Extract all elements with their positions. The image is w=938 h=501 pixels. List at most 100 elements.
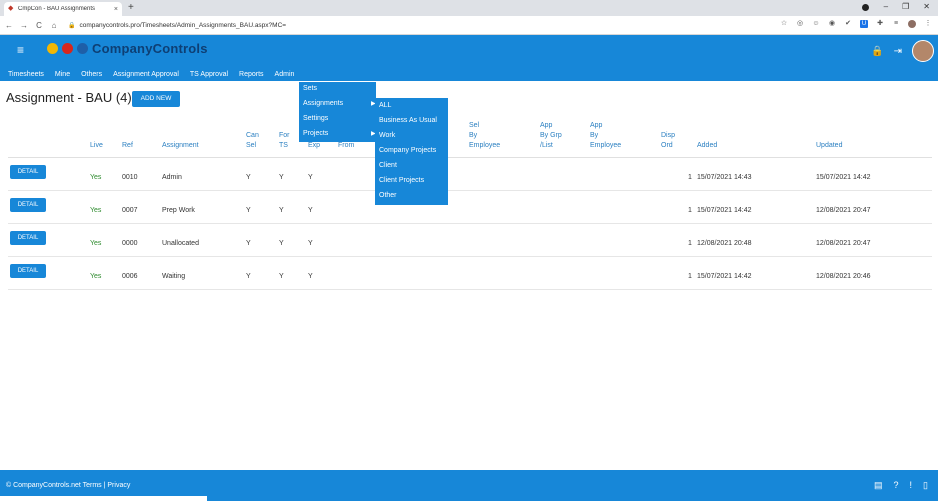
header-line: By: [469, 132, 478, 139]
lock-icon[interactable]: 🔒: [871, 46, 883, 57]
cell-assignment: Prep Work: [162, 207, 195, 214]
header-line: Sel: [246, 142, 257, 149]
header-live[interactable]: Live: [90, 141, 103, 151]
extension-icon[interactable]: ◎: [796, 20, 804, 28]
header-line: By: [590, 132, 599, 139]
footer-text[interactable]: © CompanyControls.net Terms | Privacy: [6, 482, 130, 489]
new-tab-button[interactable]: +: [128, 3, 134, 13]
header-added[interactable]: Added: [697, 141, 717, 151]
reload-button[interactable]: C: [33, 21, 45, 30]
header-line: Sel: [469, 122, 480, 129]
header-app-by-employee[interactable]: App By Employee: [590, 121, 621, 151]
menu-item-sets[interactable]: Sets: [303, 85, 317, 92]
help-icon[interactable]: ?: [894, 480, 899, 491]
header-actions: 🔒 ⇥: [871, 40, 934, 62]
header-line: Can: [246, 132, 259, 139]
browser-tab[interactable]: ◆ CmpCon - BAU Assignments ×: [4, 2, 122, 16]
detail-button[interactable]: DETAIL: [10, 264, 46, 278]
brand-logo[interactable]: CompanyControls: [47, 41, 208, 56]
submenu-item-client-projects[interactable]: Client Projects: [379, 177, 424, 184]
avatar[interactable]: [908, 20, 916, 28]
kebab-icon[interactable]: ⋮: [924, 20, 932, 28]
lock-icon[interactable]: 🔒: [68, 22, 75, 29]
favicon-icon: ◆: [8, 5, 14, 12]
home-button[interactable]: ⌂: [48, 21, 60, 30]
cell-updated: 15/07/2021 14:42: [816, 174, 871, 181]
cell-exp: Y: [308, 174, 313, 181]
menu-item-others[interactable]: Others: [77, 69, 106, 81]
cell-disp-ord: 1: [688, 240, 692, 247]
url-field[interactable]: companycontrols.pro/Timesheets/Admin_Ass…: [79, 22, 286, 29]
tab-close-icon[interactable]: ×: [114, 6, 118, 13]
table-row: DETAIL Yes 0006 Waiting Y Y Y 1 15/07/20…: [8, 257, 932, 290]
submenu-item-client[interactable]: Client: [379, 162, 397, 169]
tab-title: CmpCon - BAU Assignments: [18, 6, 96, 12]
star-icon[interactable]: ☆: [780, 20, 788, 28]
chat-icon[interactable]: ▤: [874, 480, 883, 491]
cell-ref: 0007: [122, 207, 138, 214]
add-new-button[interactable]: ADD NEW: [132, 91, 180, 107]
forward-button[interactable]: →: [18, 21, 30, 30]
maximize-button[interactable]: ❐: [902, 2, 909, 11]
logout-icon[interactable]: ⇥: [894, 46, 902, 57]
cell-ref: 0006: [122, 273, 138, 280]
submenu-item-work[interactable]: Work: [379, 132, 395, 139]
header-for-ts[interactable]: For TS: [279, 131, 290, 151]
mobile-icon[interactable]: ▯: [923, 480, 928, 491]
minimize-button[interactable]: –: [884, 2, 888, 11]
header-exp[interactable]: Exp: [308, 141, 320, 151]
avatar[interactable]: [912, 40, 934, 62]
cell-updated: 12/08/2021 20:47: [816, 207, 871, 214]
header-disp-ord[interactable]: Disp Ord: [661, 131, 675, 151]
page-title: Assignment - BAU (4) -: [6, 90, 140, 105]
submenu-item-other[interactable]: Other: [379, 192, 397, 199]
record-icon[interactable]: [861, 4, 869, 11]
header-sel-by-employee[interactable]: Sel By Employee: [469, 121, 500, 151]
extension-icon[interactable]: U: [860, 20, 868, 28]
extension-icon[interactable]: ☺: [812, 20, 820, 28]
header-line: TS: [279, 142, 288, 149]
detail-button[interactable]: DETAIL: [10, 231, 46, 245]
header-from[interactable]: From: [338, 141, 354, 151]
submenu-item-company-projects[interactable]: Company Projects: [379, 147, 436, 154]
extension-icon[interactable]: ✔: [844, 20, 852, 28]
header-line: /List: [540, 142, 553, 149]
close-window-button[interactable]: ✕: [923, 2, 930, 11]
cell-disp-ord: 1: [688, 207, 692, 214]
menu-item-mine[interactable]: Mine: [51, 69, 74, 81]
menu-item-timesheets[interactable]: Timesheets: [0, 69, 48, 81]
menu-list-icon[interactable]: ≡: [892, 20, 900, 28]
header-assignment[interactable]: Assignment: [162, 141, 199, 151]
header-line: For: [279, 132, 290, 139]
submenu-item-business-as-usual[interactable]: Business As Usual: [379, 117, 437, 124]
header-can-sel[interactable]: Can Sel: [246, 131, 259, 151]
address-bar-row: ← → C ⌂ 🔒 companycontrols.pro/Timesheets…: [0, 16, 938, 35]
header-updated[interactable]: Updated: [816, 141, 842, 151]
extension-icon[interactable]: ◉: [828, 20, 836, 28]
cell-for-ts: Y: [279, 207, 284, 214]
brand-name: CompanyControls: [92, 41, 208, 56]
cell-for-ts: Y: [279, 273, 284, 280]
menu-item-reports[interactable]: Reports: [235, 69, 268, 81]
cell-live: Yes: [90, 240, 102, 247]
menu-item-settings[interactable]: Settings: [303, 115, 328, 122]
detail-button[interactable]: DETAIL: [10, 198, 46, 212]
submenu-item-all[interactable]: ALL: [379, 102, 391, 109]
admin-dropdown-menu: Sets Assignments ▶ Settings Projects ▶: [299, 82, 376, 142]
menu-item-admin[interactable]: Admin: [271, 69, 299, 81]
hamburger-icon[interactable]: ≡: [17, 43, 24, 57]
menu-item-projects[interactable]: Projects: [303, 130, 328, 137]
menu-item-assignment-approval[interactable]: Assignment Approval: [109, 69, 183, 81]
alert-icon[interactable]: !: [910, 480, 913, 491]
menu-item-assignments[interactable]: Assignments: [303, 100, 343, 107]
detail-button[interactable]: DETAIL: [10, 165, 46, 179]
back-button[interactable]: ←: [3, 21, 15, 30]
table-row: DETAIL Yes 0010 Admin Y Y Y 1 15/07/2021…: [8, 158, 932, 191]
menu-item-ts-approval[interactable]: TS Approval: [186, 69, 232, 81]
header-line: Disp: [661, 132, 676, 139]
main-menu: Timesheets Mine Others Assignment Approv…: [0, 69, 301, 81]
cell-live: Yes: [90, 174, 102, 181]
header-ref[interactable]: Ref: [122, 141, 133, 151]
puzzle-icon[interactable]: ✚: [876, 20, 884, 28]
header-app-by-grp[interactable]: App By Grp /List: [540, 121, 562, 151]
